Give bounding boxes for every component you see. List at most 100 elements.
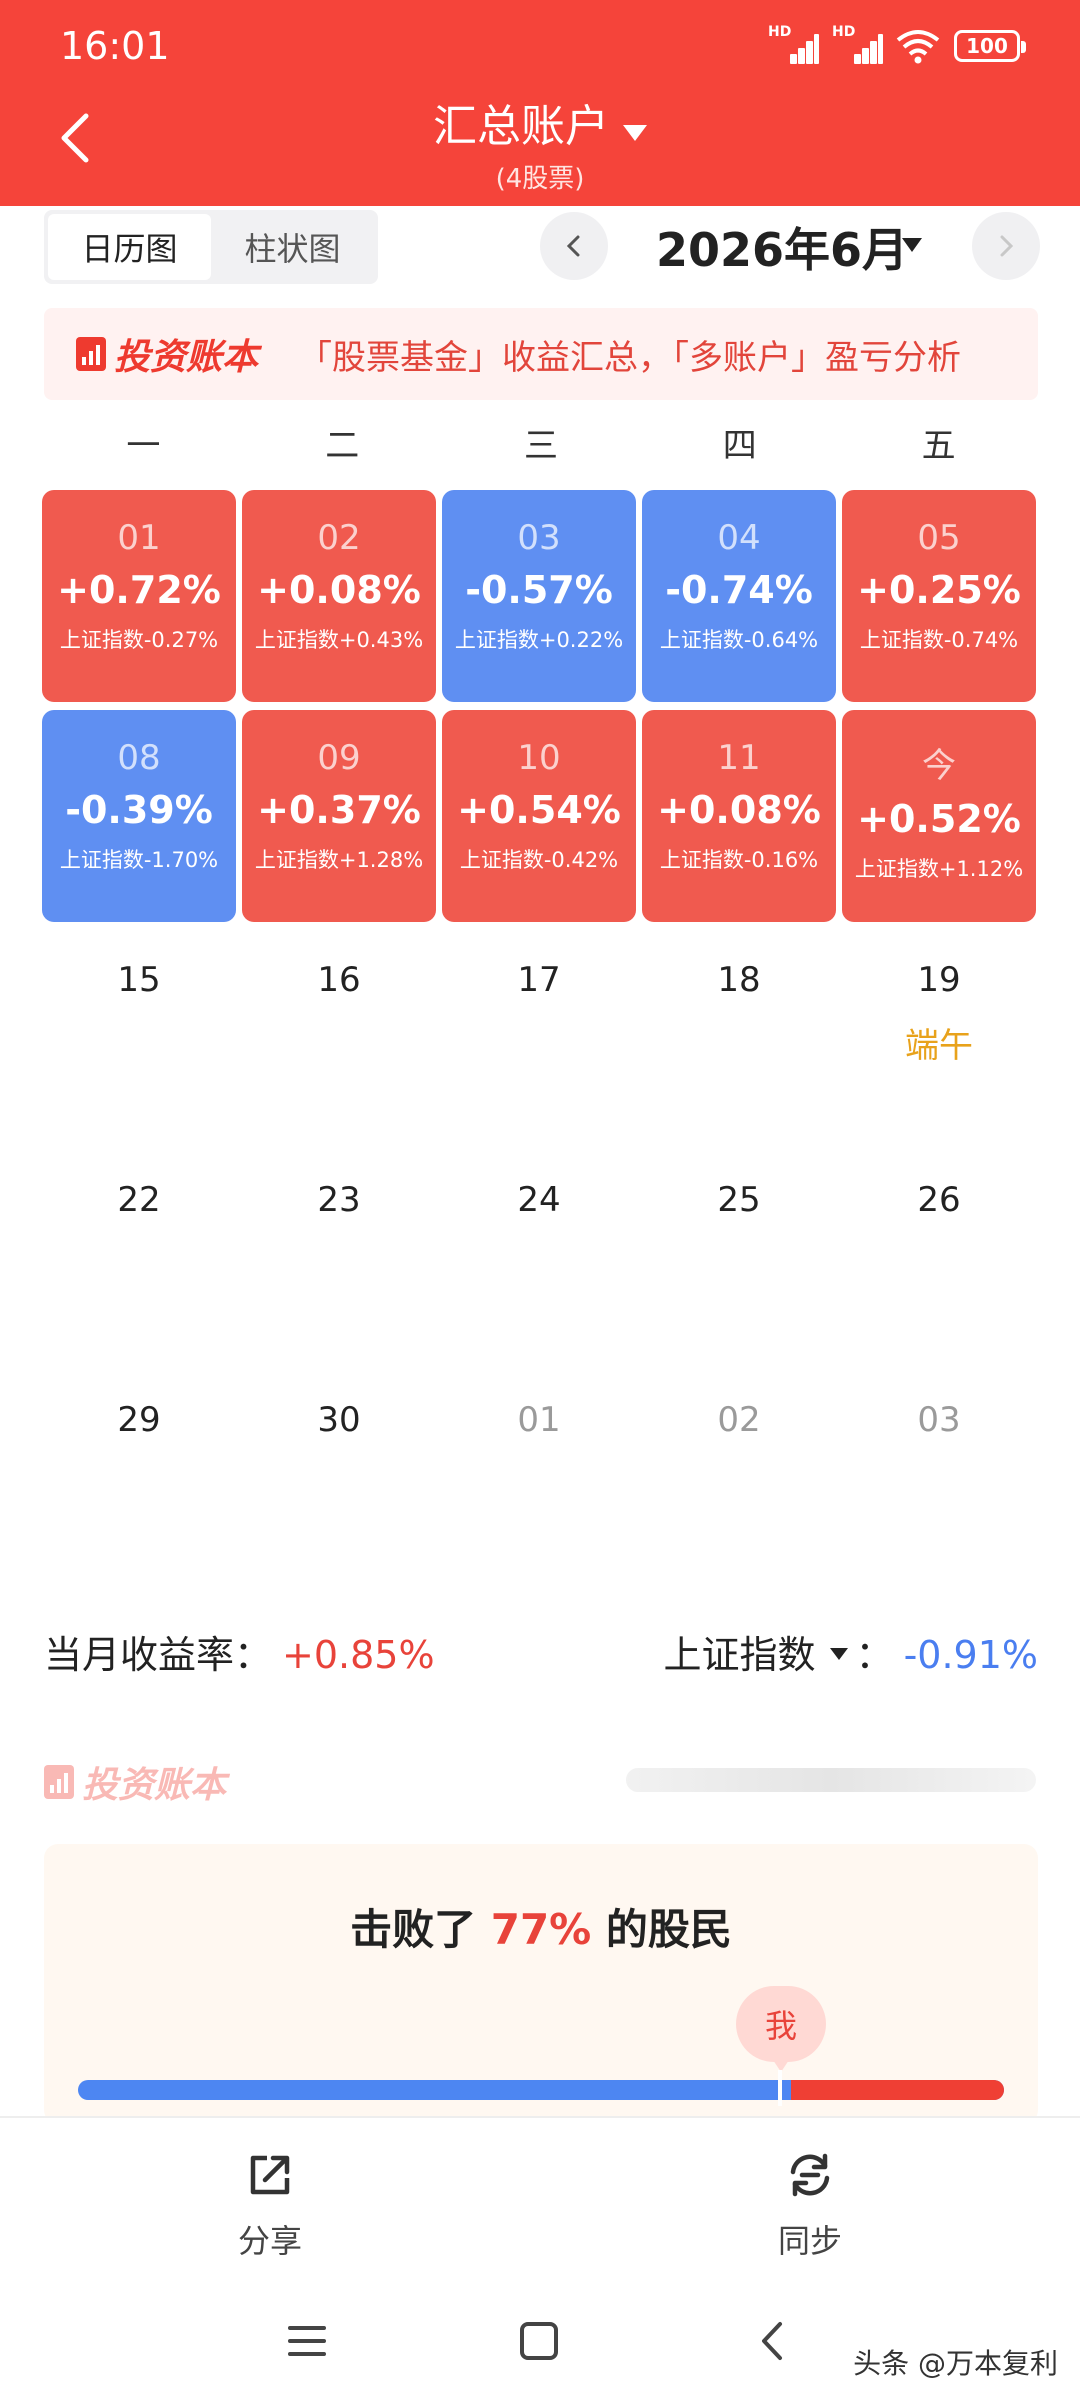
brand-logo: 投资账本	[76, 328, 258, 380]
view-toggle: 日历图 柱状图	[44, 210, 378, 284]
calendar-day-cell[interactable]: 30	[242, 1400, 436, 1440]
back-icon[interactable]	[748, 2316, 798, 2366]
benchmark-separator: ：	[855, 1633, 894, 1677]
monthly-return-label: 当月收益率：	[44, 1633, 273, 1677]
calendar-day-cell[interactable]: 05 +0.25% 上证指数-0.74%	[842, 490, 1036, 702]
daily-return: -0.39%	[65, 788, 213, 832]
my-position-marker: 我	[736, 1986, 826, 2072]
calendar-day-cell[interactable]: 25	[642, 1180, 836, 1220]
index-change: 上证指数-0.16%	[659, 848, 819, 872]
page-subtitle: (4股票)	[495, 164, 585, 194]
ranking-bar-marker	[778, 2070, 782, 2106]
status-icons: HD HD 100	[768, 24, 1026, 64]
benchmark-value: -0.91%	[903, 1633, 1038, 1677]
battery-level: 100	[966, 34, 1008, 58]
ranking-suffix: 的股民	[591, 1905, 732, 1954]
day-number: 19	[917, 960, 961, 1000]
day-number: 02	[717, 1400, 761, 1440]
signal-icon: HD	[832, 24, 883, 64]
calendar-day-cell[interactable]: 29	[42, 1400, 236, 1440]
home-icon[interactable]	[514, 2316, 564, 2366]
daily-return: +0.37%	[257, 788, 421, 832]
day-number: 23	[317, 1180, 361, 1220]
calendar-day-cell[interactable]: 19 端午	[842, 960, 1036, 1067]
menu-icon[interactable]	[282, 2316, 332, 2366]
ledger-icon	[44, 1765, 74, 1799]
index-change: 上证指数-0.74%	[859, 628, 1019, 652]
tab-calendar[interactable]: 日历图	[48, 214, 211, 280]
index-change: 上证指数+1.28%	[254, 848, 424, 872]
app-header: 16:01 HD HD 100 汇总账户 (4股票)	[0, 0, 1080, 206]
calendar-day-cell[interactable]: 03	[842, 1400, 1036, 1440]
calendar-day-cell[interactable]: 02	[642, 1400, 836, 1440]
chevron-left-icon	[566, 235, 580, 257]
ranking-title: 击败了 77% 的股民	[44, 1896, 1038, 1957]
calendar-day-cell[interactable]: 17	[442, 960, 636, 1000]
caret-down-icon[interactable]	[902, 238, 922, 252]
monthly-return-value: +0.85%	[282, 1633, 435, 1677]
ranking-prefix: 击败了	[350, 1905, 491, 1954]
day-number: 16	[317, 960, 361, 1000]
monthly-summary: 当月收益率： +0.85% 上证指数 ： -0.91%	[44, 1624, 1038, 1684]
share-button[interactable]: 分享	[170, 2148, 370, 2262]
calendar-day-cell[interactable]: 18	[642, 960, 836, 1000]
benchmark-label: 上证指数	[663, 1633, 816, 1677]
calendar-day-cell[interactable]: 11 +0.08% 上证指数-0.16%	[642, 710, 836, 922]
calendar-day-cell[interactable]: 16	[242, 960, 436, 1000]
sync-label: 同步	[777, 2222, 842, 2260]
source-credit: 头条 @万本复利	[853, 2347, 1058, 2380]
calendar-day-cell[interactable]: 08 -0.39% 上证指数-1.70%	[42, 710, 236, 922]
brand-watermark: 投资账本	[44, 1756, 226, 1808]
calendar-day-cell-today[interactable]: 今 +0.52% 上证指数+1.12%	[842, 710, 1036, 922]
promo-banner[interactable]: 投资账本 「股票基金」收益汇总，「多账户」盈亏分析	[44, 308, 1038, 400]
watermark-brand: 投资账本	[82, 1765, 227, 1806]
ranking-card: 击败了 77% 的股民 我	[44, 1844, 1038, 2124]
index-change: 上证指数+0.22%	[454, 628, 624, 652]
calendar-day-cell[interactable]: 24	[442, 1180, 636, 1220]
status-bar: 16:01 HD HD 100	[0, 0, 1080, 96]
weekday-header: 一 二 三 四 五	[44, 418, 1038, 467]
daily-return: +0.08%	[257, 568, 421, 612]
share-label: 分享	[237, 2222, 302, 2260]
day-number: 11	[717, 738, 761, 778]
tab-bar-chart[interactable]: 柱状图	[211, 214, 374, 280]
month-label[interactable]: 2026年6月	[656, 214, 908, 280]
day-number: 今	[922, 746, 956, 786]
calendar-day-cell[interactable]: 26	[842, 1180, 1036, 1220]
calendar-day-cell[interactable]: 01 +0.72% 上证指数-0.27%	[42, 490, 236, 702]
index-change: 上证指数-0.64%	[659, 628, 819, 652]
calendar-day-cell[interactable]: 15	[42, 960, 236, 1000]
day-number: 09	[317, 738, 361, 778]
daily-return: +0.25%	[857, 568, 1021, 612]
calendar-day-cell[interactable]: 10 +0.54% 上证指数-0.42%	[442, 710, 636, 922]
calendar-day-cell[interactable]: 01	[442, 1400, 636, 1440]
account-selector[interactable]: 汇总账户 (4股票)	[0, 90, 1080, 195]
brand-name: 投资账本	[114, 337, 259, 378]
holiday-label: 端午	[905, 1026, 973, 1066]
day-number: 22	[117, 1180, 161, 1220]
day-number: 15	[117, 960, 161, 1000]
page-title: 汇总账户	[433, 101, 609, 152]
benchmark-selector[interactable]: 上证指数 ： -0.91%	[664, 1624, 1038, 1679]
weekday-label: 五	[921, 426, 956, 466]
sync-button[interactable]: 同步	[710, 2148, 910, 2262]
calendar-day-cell[interactable]: 09 +0.37% 上证指数+1.28%	[242, 710, 436, 922]
next-month-button[interactable]	[972, 212, 1040, 280]
calendar-day-cell[interactable]: 02 +0.08% 上证指数+0.43%	[242, 490, 436, 702]
day-number: 01	[117, 518, 161, 558]
bottom-action-bar: 分享 同步	[0, 2116, 1080, 2286]
prev-month-button[interactable]	[540, 212, 608, 280]
chevron-right-icon	[1000, 235, 1014, 257]
index-change: 上证指数-1.70%	[59, 848, 219, 872]
calendar-day-cell[interactable]: 22	[42, 1180, 236, 1220]
daily-return: -0.57%	[465, 568, 613, 612]
calendar-day-cell[interactable]: 03 -0.57% 上证指数+0.22%	[442, 490, 636, 702]
calendar-day-cell[interactable]: 04 -0.74% 上证指数-0.64%	[642, 490, 836, 702]
wifi-icon	[896, 30, 940, 64]
month-navigator: 2026年6月	[540, 208, 1040, 284]
day-number: 08	[117, 738, 161, 778]
daily-return: +0.72%	[57, 568, 221, 612]
calendar-day-cell[interactable]: 23	[242, 1180, 436, 1220]
sync-icon	[790, 2153, 830, 2197]
day-number: 04	[717, 518, 761, 558]
